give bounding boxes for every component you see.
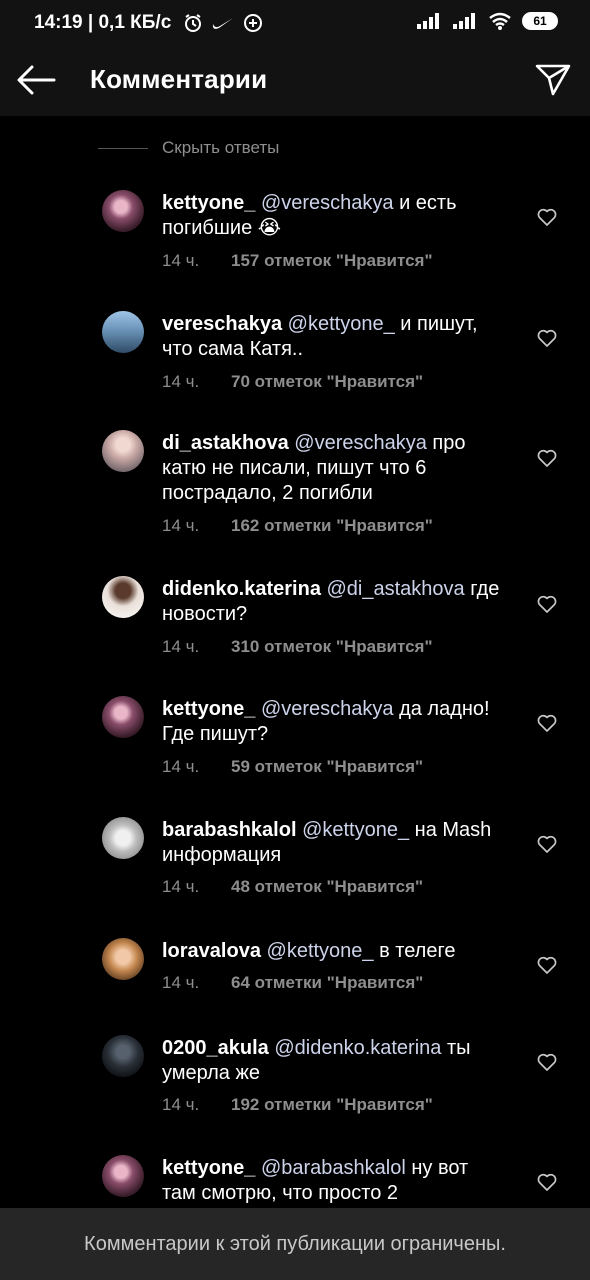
status-left: 14:19 | 0,1 КБ/с bbox=[34, 12, 263, 34]
comment-mention[interactable]: @di_astakhova bbox=[327, 578, 465, 600]
avatar[interactable] bbox=[102, 817, 144, 859]
comment-mention[interactable]: @kettyone_ bbox=[288, 313, 395, 335]
comment-username[interactable]: kettyone_ bbox=[162, 1157, 255, 1179]
comment-likes[interactable]: 192 отметки "Нравится" bbox=[231, 1095, 433, 1115]
status-bar: 14:19 | 0,1 КБ/с 61 bbox=[0, 0, 590, 46]
heart-icon[interactable] bbox=[537, 1053, 557, 1071]
top-app-bar: Комментарии bbox=[0, 46, 590, 116]
comment-time: 14 ч. bbox=[162, 1095, 200, 1114]
comment-time: 14 ч. bbox=[162, 877, 200, 896]
comment-body: в телеге bbox=[373, 940, 456, 962]
avatar[interactable] bbox=[102, 430, 144, 472]
comment-username[interactable]: barabashkalol bbox=[162, 819, 297, 841]
arrow-left-icon[interactable] bbox=[16, 64, 56, 96]
divider bbox=[98, 147, 148, 149]
comment-text: loravalova @kettyone_ в телеге bbox=[162, 939, 507, 964]
comment-mention[interactable]: @vereschakya bbox=[261, 192, 394, 214]
battery-icon: 61 bbox=[522, 12, 558, 30]
comment-likes[interactable]: 64 отметки "Нравится" bbox=[231, 973, 423, 993]
heart-icon[interactable] bbox=[537, 835, 557, 853]
comment-username[interactable]: 0200_akula bbox=[162, 1037, 269, 1059]
comment-text: kettyone_ @vereschakya да ладно! Где пиш… bbox=[162, 697, 507, 747]
heart-icon[interactable] bbox=[537, 208, 557, 226]
nike-icon bbox=[213, 18, 234, 29]
comment-mention[interactable]: @vereschakya bbox=[294, 432, 427, 454]
status-right: 61 bbox=[416, 12, 558, 30]
page-title: Комментарии bbox=[90, 64, 268, 94]
avatar[interactable] bbox=[102, 1155, 144, 1197]
comment-text: di_astakhova @vereschakya про катю не пи… bbox=[162, 431, 507, 506]
alarm-icon bbox=[185, 14, 202, 32]
comment-mention[interactable]: @vereschakya bbox=[261, 698, 394, 720]
comment-meta: 14 ч. 310 отметок "Нравится" bbox=[162, 637, 433, 657]
comment-time: 14 ч. bbox=[162, 637, 200, 656]
comment-meta: 14 ч. 48 отметок "Нравится" bbox=[162, 877, 423, 897]
comment-mention[interactable]: @didenko.katerina bbox=[274, 1037, 441, 1059]
comment-mention[interactable]: @barabashkalol bbox=[261, 1157, 406, 1179]
comment-time: 14 ч. bbox=[162, 251, 200, 270]
comment-meta: 14 ч. 64 отметки "Нравится" bbox=[162, 973, 423, 993]
comment-likes[interactable]: 157 отметок "Нравится" bbox=[231, 251, 433, 271]
comment-text: kettyone_ @vereschakya и есть погибшие 😭 bbox=[162, 191, 507, 241]
comment-meta: 14 ч. 192 отметки "Нравится" bbox=[162, 1095, 433, 1115]
heart-icon[interactable] bbox=[537, 329, 557, 347]
comment-username[interactable]: vereschakya bbox=[162, 313, 282, 335]
hide-replies-label[interactable]: Скрыть ответы bbox=[162, 138, 279, 158]
comment-text: vereschakya @kettyone_ и пишут, что сама… bbox=[162, 312, 507, 362]
heart-icon[interactable] bbox=[537, 1173, 557, 1191]
comment-likes[interactable]: 310 отметок "Нравится" bbox=[231, 637, 433, 657]
wifi-icon bbox=[489, 12, 511, 30]
comments-limited-banner: Комментарии к этой публикации ограничены… bbox=[0, 1208, 590, 1280]
comment-likes[interactable]: 70 отметок "Нравится" bbox=[231, 372, 423, 392]
comment-time: 14 ч. bbox=[162, 973, 200, 992]
comment-text: barabashkalol @kettyone_ на Mash информа… bbox=[162, 818, 507, 868]
comment-username[interactable]: didenko.katerina bbox=[162, 578, 321, 600]
hide-replies[interactable]: Скрыть ответы bbox=[98, 138, 279, 158]
avatar[interactable] bbox=[102, 938, 144, 980]
comment-meta: 14 ч. 162 отметки "Нравится" bbox=[162, 516, 433, 536]
comment-text: didenko.katerina @di_astakhova где новос… bbox=[162, 577, 507, 627]
comment-likes[interactable]: 59 отметок "Нравится" bbox=[231, 757, 423, 777]
comment-username[interactable]: kettyone_ bbox=[162, 192, 255, 214]
avatar[interactable] bbox=[102, 696, 144, 738]
comment-meta: 14 ч. 157 отметок "Нравится" bbox=[162, 251, 433, 271]
avatar[interactable] bbox=[102, 576, 144, 618]
comment-mention[interactable]: @kettyone_ bbox=[302, 819, 409, 841]
heart-icon[interactable] bbox=[537, 449, 557, 467]
comment-time: 14 ч. bbox=[162, 516, 200, 535]
comments-limited-text: Комментарии к этой публикации ограничены… bbox=[84, 1232, 506, 1255]
avatar[interactable] bbox=[102, 190, 144, 232]
signal-icon bbox=[417, 13, 439, 29]
comment-likes[interactable]: 48 отметок "Нравится" bbox=[231, 877, 423, 897]
comment-time: 14 ч. bbox=[162, 372, 200, 391]
comment-likes[interactable]: 162 отметки "Нравится" bbox=[231, 516, 433, 536]
comment-username[interactable]: kettyone_ bbox=[162, 698, 255, 720]
avatar[interactable] bbox=[102, 1035, 144, 1077]
heart-icon[interactable] bbox=[537, 714, 557, 732]
comment-meta: 14 ч. 59 отметок "Нравится" bbox=[162, 757, 423, 777]
comment-text: kettyone_ @barabashkalol ну вот там смот… bbox=[162, 1156, 507, 1206]
comment-username[interactable]: loravalova bbox=[162, 940, 261, 962]
status-time: 14:19 | 0,1 КБ/с bbox=[34, 12, 172, 33]
plus-circle-icon bbox=[244, 14, 263, 32]
comment-text: 0200_akula @didenko.katerina ты умерла ж… bbox=[162, 1036, 507, 1086]
comment-time: 14 ч. bbox=[162, 757, 200, 776]
comment-meta: 14 ч. 70 отметок "Нравится" bbox=[162, 372, 423, 392]
avatar[interactable] bbox=[102, 311, 144, 353]
heart-icon[interactable] bbox=[537, 956, 557, 974]
comment-mention[interactable]: @kettyone_ bbox=[267, 940, 374, 962]
signal-icon bbox=[453, 13, 475, 29]
heart-icon[interactable] bbox=[537, 595, 557, 613]
paper-plane-icon[interactable] bbox=[534, 60, 572, 98]
comment-username[interactable]: di_astakhova bbox=[162, 432, 289, 454]
